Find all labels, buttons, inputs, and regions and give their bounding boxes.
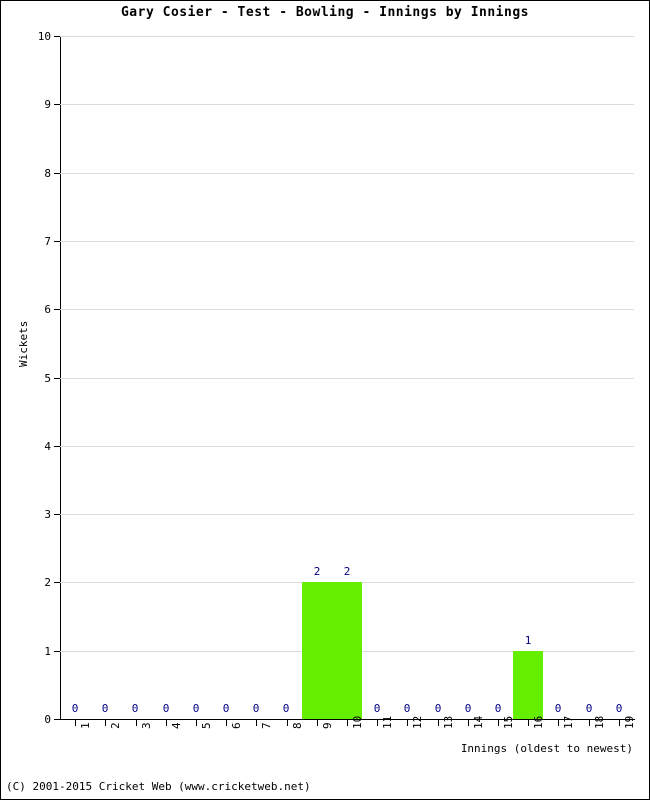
- x-tick-mark: [287, 720, 288, 726]
- y-tick-label: 3: [44, 508, 51, 521]
- y-tick-mark: [54, 514, 60, 515]
- y-tick-mark: [54, 104, 60, 105]
- x-tick-label: 1: [79, 722, 92, 729]
- bar-value-label: 0: [494, 702, 502, 715]
- bar-value-label: 0: [222, 702, 230, 715]
- y-tick-label: 2: [44, 576, 51, 589]
- x-tick-mark: [317, 720, 318, 726]
- y-tick-mark: [54, 173, 60, 174]
- y-tick-mark: [54, 582, 60, 583]
- y-tick-label: 8: [44, 167, 51, 180]
- gridline: [60, 514, 634, 515]
- gridline: [60, 36, 634, 37]
- x-tick-label: 11: [381, 715, 394, 729]
- x-tick-mark: [166, 720, 167, 726]
- y-tick-label: 4: [44, 440, 51, 453]
- x-tick-mark: [498, 720, 499, 726]
- page-title: Gary Cosier - Test - Bowling - Innings b…: [120, 5, 529, 20]
- y-tick-mark: [54, 651, 60, 652]
- x-tick-label: 10: [351, 715, 364, 729]
- y-tick-label: 0: [44, 713, 51, 726]
- bar-value-label: 1: [524, 634, 532, 647]
- bar-value-label: 0: [282, 702, 290, 715]
- bar-value-label: 0: [403, 702, 411, 715]
- bar-value-label: 0: [434, 702, 442, 715]
- x-tick-label: 15: [502, 715, 515, 729]
- x-tick-label: 2: [109, 722, 122, 729]
- bar-value-label: 0: [101, 702, 109, 715]
- bar-value-label: 0: [192, 702, 200, 715]
- bar-value-label: 0: [71, 702, 79, 715]
- y-tick-mark: [54, 309, 60, 310]
- y-tick-mark: [54, 719, 60, 720]
- x-tick-label: 5: [200, 722, 213, 729]
- x-tick-mark: [256, 720, 257, 726]
- plot-area: [60, 36, 634, 719]
- y-tick-label: 10: [37, 30, 51, 43]
- chart-page: Gary Cosier - Test - Bowling - Innings b…: [0, 0, 650, 800]
- bar-value-label: 0: [585, 702, 593, 715]
- x-tick-mark: [528, 720, 529, 726]
- bar[interactable]: [332, 582, 362, 719]
- gridline: [60, 241, 634, 242]
- y-tick-mark: [54, 446, 60, 447]
- bar-value-label: 2: [343, 565, 351, 578]
- bar-value-label: 0: [131, 702, 139, 715]
- y-tick-label: 5: [44, 372, 51, 385]
- x-tick-mark: [136, 720, 137, 726]
- x-tick-label: 8: [291, 722, 304, 729]
- x-tick-mark: [347, 720, 348, 726]
- y-tick-mark: [54, 378, 60, 379]
- x-tick-label: 4: [170, 722, 183, 729]
- x-tick-mark: [377, 720, 378, 726]
- x-tick-label: 17: [562, 715, 575, 729]
- x-tick-mark: [226, 720, 227, 726]
- gridline: [60, 309, 634, 310]
- y-tick-label: 7: [44, 235, 51, 248]
- x-tick-mark: [589, 720, 590, 726]
- x-tick-label: 18: [593, 715, 606, 729]
- x-axis-title: Innings (oldest to newest): [460, 742, 633, 755]
- bar-value-label: 0: [464, 702, 472, 715]
- x-tick-mark: [196, 720, 197, 726]
- y-axis-title: Wickets: [17, 320, 30, 367]
- bar-value-label: 2: [313, 565, 321, 578]
- gridline: [60, 446, 634, 447]
- bar-value-label: 0: [162, 702, 170, 715]
- x-tick-mark: [468, 720, 469, 726]
- x-tick-label: 13: [442, 715, 455, 729]
- x-tick-label: 7: [260, 722, 273, 729]
- x-tick-label: 12: [411, 715, 424, 729]
- x-tick-mark: [438, 720, 439, 726]
- x-tick-label: 9: [321, 722, 334, 729]
- x-tick-mark: [619, 720, 620, 726]
- bar[interactable]: [513, 651, 543, 719]
- x-tick-mark: [558, 720, 559, 726]
- bar[interactable]: [302, 582, 332, 719]
- y-tick-label: 6: [44, 303, 51, 316]
- gridline: [60, 104, 634, 105]
- y-tick-label: 9: [44, 98, 51, 111]
- x-tick-label: 6: [230, 722, 243, 729]
- y-tick-mark: [54, 36, 60, 37]
- bar-value-label: 0: [252, 702, 260, 715]
- y-tick-label: 1: [44, 645, 51, 658]
- x-tick-mark: [105, 720, 106, 726]
- bar-value-label: 0: [373, 702, 381, 715]
- x-tick-label: 3: [140, 722, 153, 729]
- gridline: [60, 378, 634, 379]
- x-tick-label: 16: [532, 715, 545, 729]
- y-tick-mark: [54, 241, 60, 242]
- gridline: [60, 173, 634, 174]
- x-tick-mark: [407, 720, 408, 726]
- bar-value-label: 0: [554, 702, 562, 715]
- bar-value-label: 0: [615, 702, 623, 715]
- x-tick-label: 14: [472, 715, 485, 729]
- x-tick-label: 19: [623, 715, 636, 729]
- copyright-footer: (C) 2001-2015 Cricket Web (www.cricketwe…: [6, 780, 311, 793]
- x-tick-mark: [75, 720, 76, 726]
